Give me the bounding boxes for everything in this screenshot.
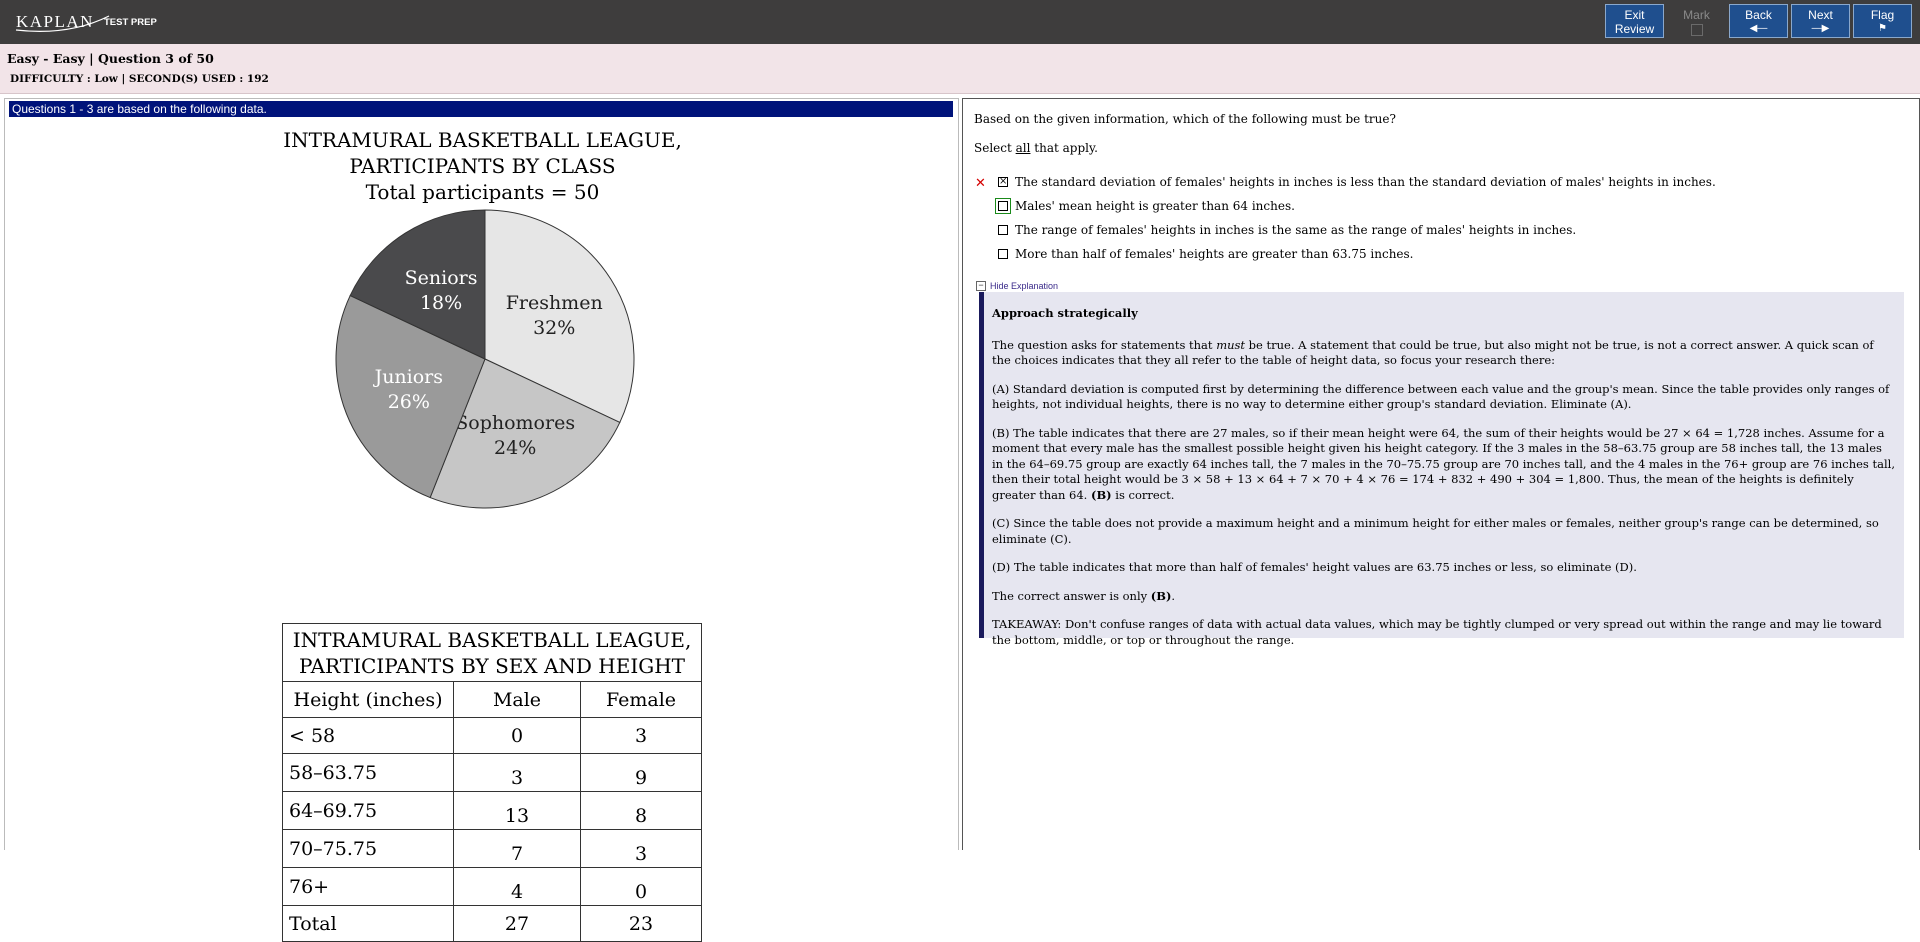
height-table: INTRAMURAL BASKETBALL LEAGUE, PARTICIPAN… — [282, 623, 702, 942]
column-header-male: Male — [453, 681, 581, 718]
logo-wordmark: KAPLAN — [16, 12, 94, 31]
column-header-height: Height (inches) — [282, 681, 454, 718]
incorrect-icon: ✕ — [975, 176, 986, 191]
class-pie-chart: Freshmen 32% Sophomores 24% Juniors 26% Senior… — [335, 209, 635, 509]
cell-male: 13 — [453, 791, 581, 830]
explanation-paragraph: (B) The table indicates that there are 2… — [992, 425, 1895, 502]
pie-percent-label: 24% — [494, 437, 536, 459]
mark-label: Mark — [1683, 8, 1710, 22]
explanation-paragraph: TAKEAWAY: Don't confuse ranges of data w… — [992, 617, 1882, 647]
mark-checkbox-icon — [1690, 24, 1703, 36]
question-counter: Easy - Easy | Question 3 of 50 — [7, 51, 214, 66]
choice-text: The standard deviation of females' heigh… — [1015, 175, 1716, 189]
difficulty-info: DIFFICULTY : Low | SECOND(S) USED : 192 — [10, 73, 269, 85]
pie-title-line-2: PARTICIPANTS BY CLASS — [349, 154, 616, 178]
cell-female: 8 — [580, 791, 702, 830]
cell-height: 58–63.75 — [282, 753, 454, 792]
pie-category-label: Freshmen — [506, 292, 603, 314]
choice-text: The range of females' heights in inches … — [1015, 223, 1577, 237]
choice-checkbox[interactable] — [998, 225, 1008, 235]
choice-checkbox[interactable] — [998, 249, 1008, 259]
collapse-icon: − — [976, 281, 986, 291]
table-title: INTRAMURAL BASKETBALL LEAGUE, PARTICIPAN… — [282, 623, 702, 682]
choice-text: Males' mean height is greater than 64 in… — [1015, 199, 1295, 213]
back-label: Back — [1745, 8, 1772, 22]
next-button[interactable]: Next —▶ — [1791, 4, 1850, 38]
passage-panel[interactable]: Questions 1 - 3 are based on the followi… — [4, 98, 959, 942]
back-button[interactable]: Back ◀— — [1729, 4, 1788, 38]
cell-female: 3 — [580, 829, 702, 868]
next-label: Next — [1808, 8, 1833, 22]
cell-height: < 58 — [282, 717, 454, 754]
back-arrow-icon: ◀— — [1749, 23, 1768, 34]
cell-height: 76+ — [282, 867, 454, 906]
answer-choice-d[interactable]: More than half of females' heights are g… — [998, 247, 1414, 261]
answer-choice-b[interactable]: Males' mean height is greater than 64 in… — [995, 198, 1295, 214]
pie-title-line-1: INTRAMURAL BASKETBALL LEAGUE, — [283, 128, 682, 152]
cell-height: 64–69.75 — [282, 791, 454, 830]
select-instruction: Select all that apply. — [974, 141, 1098, 155]
pie-category-label: Sophomores — [455, 412, 575, 434]
cell-male: 3 — [453, 753, 581, 792]
table-row: 70–75.75 7 3 — [282, 829, 702, 868]
logo-subtitle: TEST PREP — [104, 17, 157, 28]
explanation-paragraph: (A) Standard deviation is computed first… — [992, 381, 1890, 412]
table-row: 76+ 4 0 — [282, 867, 702, 906]
hide-explanation-toggle[interactable]: − Hide Explanation — [976, 281, 1058, 291]
next-arrow-icon: —▶ — [1811, 23, 1830, 34]
table-row: < 58 0 3 — [282, 717, 702, 754]
answer-choice-c[interactable]: The range of females' heights in inches … — [998, 223, 1576, 237]
cell-female: 9 — [580, 753, 702, 792]
table-title-line-2: PARTICIPANTS BY SEX AND HEIGHT — [298, 653, 685, 678]
question-stem: Based on the given information, which of… — [974, 112, 1396, 126]
hide-explanation-label: Hide Explanation — [990, 281, 1059, 291]
review-label: Review — [1614, 22, 1655, 36]
answer-choice-a[interactable]: × The standard deviation of females' hei… — [998, 175, 1716, 189]
table-title-line-1: INTRAMURAL BASKETBALL LEAGUE, — [292, 627, 692, 652]
choice-checkbox[interactable] — [995, 198, 1011, 214]
pie-percent-label: 18% — [420, 292, 462, 314]
pie-category-label: Juniors — [373, 366, 443, 388]
cell-female: 0 — [580, 867, 702, 906]
pie-category-label: Seniors — [405, 267, 478, 289]
explanation-paragraph: (D) The table indicates that more than h… — [992, 560, 1637, 574]
exit-label: Exit — [1624, 8, 1645, 22]
pie-percent-label: 26% — [388, 391, 430, 413]
pie-subtitle: Total participants = 50 — [365, 180, 600, 204]
flag-label: Flag — [1870, 8, 1895, 22]
exit-review-button[interactable]: Exit Review — [1605, 4, 1664, 38]
question-info-bar: Easy - Easy | Question 3 of 50 DIFFICULT… — [0, 44, 1920, 94]
column-header-female: Female — [580, 681, 702, 718]
cell-height: 70–75.75 — [282, 829, 454, 868]
explanation-heading: Approach strategically — [992, 306, 1138, 320]
top-toolbar: KAPLAN TEST PREP Exit Review Mark Back ◀… — [0, 0, 1920, 44]
choice-text: More than half of females' heights are g… — [1015, 247, 1414, 261]
explanation-paragraph: The question asks for statements that mu… — [992, 337, 1874, 368]
cell-male: 4 — [453, 867, 581, 906]
cell-male: 7 — [453, 829, 581, 868]
flag-icon: ⚑ — [1878, 23, 1887, 34]
cell-male: 0 — [453, 717, 581, 754]
cell-female: 3 — [580, 717, 702, 754]
pie-percent-label: 32% — [533, 317, 575, 339]
kaplan-logo: KAPLAN TEST PREP — [14, 8, 164, 34]
cell-male: 27 — [453, 905, 581, 942]
table-header-row: Height (inches) Male Female — [282, 681, 702, 718]
explanation-box: Approach strategically The question asks… — [979, 292, 1904, 647]
choice-checkbox[interactable]: × — [998, 177, 1008, 187]
flag-button[interactable]: Flag ⚑ — [1853, 4, 1912, 38]
mark-button[interactable]: Mark — [1667, 4, 1726, 38]
passage-header: Questions 1 - 3 are based on the followi… — [9, 101, 953, 117]
cell-height: Total — [282, 905, 454, 942]
table-row: 58–63.75 3 9 — [282, 753, 702, 792]
table-row: 64–69.75 13 8 — [282, 791, 702, 830]
explanation-paragraph: The correct answer is only (B). — [992, 588, 1176, 603]
explanation-paragraph: (C) Since the table does not provide a m… — [992, 516, 1879, 546]
table-row: Total 27 23 — [282, 905, 702, 942]
cell-female: 23 — [580, 905, 702, 942]
